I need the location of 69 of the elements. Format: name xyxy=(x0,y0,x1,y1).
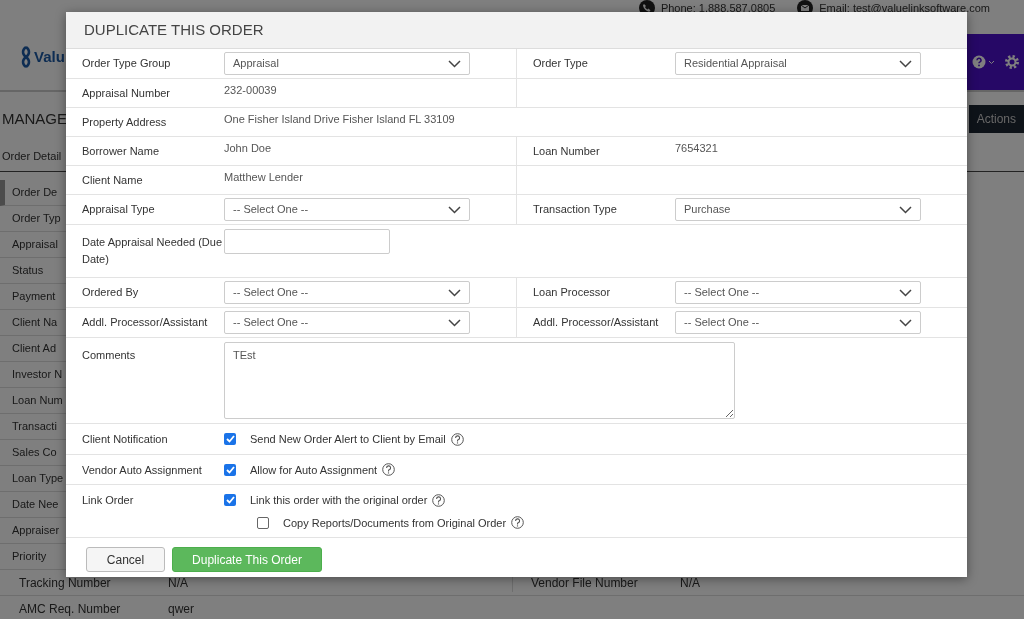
order-detail-tab[interactable]: Order Detail xyxy=(0,148,62,165)
select-field[interactable]: Residential Appraisal xyxy=(675,52,921,75)
field-label: Appraisal Number xyxy=(81,85,172,101)
field-label: Addl. Processor/Assistant xyxy=(81,315,209,331)
help-icon[interactable] xyxy=(511,516,525,530)
cancel-button[interactable]: Cancel xyxy=(86,547,165,572)
field-label: Tracking Number xyxy=(19,574,112,592)
actions-button[interactable]: Actions xyxy=(968,105,1024,133)
select-field[interactable]: -- Select One -- xyxy=(675,311,921,334)
chevron-down-icon xyxy=(448,205,461,214)
checkbox-label: Send New Order Alert to Client by Email xyxy=(250,432,446,447)
select-field[interactable]: -- Select One -- xyxy=(224,311,470,334)
checkbox[interactable] xyxy=(224,494,236,507)
chevron-down-icon xyxy=(899,205,912,214)
chevron-down-icon xyxy=(899,318,912,327)
checkbox-label: Link this order with the original order xyxy=(250,493,428,508)
field-value: 7654321 xyxy=(675,140,718,156)
field-value: Matthew Lender xyxy=(224,169,303,185)
dialog-title: DUPLICATE THIS ORDER xyxy=(66,12,967,49)
comments-field[interactable]: TEst xyxy=(224,342,735,419)
logo-icon xyxy=(20,46,32,68)
field-label: Loan Number xyxy=(532,143,601,159)
chevron-down-icon xyxy=(448,288,461,297)
help-icon[interactable] xyxy=(432,493,446,507)
field-label: Vendor Auto Assignment xyxy=(81,462,203,478)
select-field[interactable]: -- Select One -- xyxy=(224,198,470,221)
chevron-down-icon xyxy=(448,59,461,68)
select-field[interactable]: Purchase xyxy=(675,198,921,221)
field-value: qwer xyxy=(168,600,194,618)
field-value: N/A xyxy=(680,574,700,592)
field-label: Order Type xyxy=(532,56,589,72)
checkbox[interactable] xyxy=(224,463,236,476)
field-label: Date Appraisal Needed (Due Date) xyxy=(81,235,224,267)
settings-icon[interactable] xyxy=(1004,54,1020,70)
checkbox[interactable] xyxy=(224,433,236,446)
logo-text: Valu xyxy=(34,46,65,67)
field-label: Loan Processor xyxy=(532,285,612,301)
field-value: 232-00039 xyxy=(224,82,277,98)
checkbox-label: Copy Reports/Documents from Original Order xyxy=(283,515,507,531)
field-label: Order Type Group xyxy=(81,56,172,72)
checkbox-label: Allow for Auto Assignment xyxy=(250,462,378,478)
field-label: AMC Req. Number xyxy=(19,600,122,618)
field-label: Vendor File Number xyxy=(531,574,639,592)
field-label: Transaction Type xyxy=(532,202,618,218)
field-value: John Doe xyxy=(224,140,272,156)
duplicate-button[interactable]: Duplicate This Order xyxy=(172,547,322,572)
field-label: Appraisal Type xyxy=(81,202,156,218)
help-icon[interactable] xyxy=(972,55,996,69)
field-label: Client Name xyxy=(81,172,144,188)
field-label: Comments xyxy=(81,348,137,363)
checkbox[interactable] xyxy=(257,516,269,529)
help-icon[interactable] xyxy=(382,463,396,477)
help-icon[interactable] xyxy=(450,432,464,446)
field-label: Property Address xyxy=(81,114,168,130)
field-value: N/A xyxy=(168,574,188,592)
field-label: Client Notification xyxy=(81,432,169,447)
field-value: One Fisher Island Drive Fisher Island FL 33109 xyxy=(224,111,455,127)
field-label: Ordered By xyxy=(81,285,140,301)
field-label: Addl. Processor/Assistant xyxy=(532,315,660,331)
chevron-down-icon xyxy=(899,59,912,68)
select-field[interactable]: Appraisal xyxy=(224,52,470,75)
field-label: Borrower Name xyxy=(81,143,161,159)
chevron-down-icon xyxy=(448,318,461,327)
date-input-field[interactable] xyxy=(224,229,390,254)
select-field[interactable]: -- Select One -- xyxy=(224,281,470,304)
chevron-down-icon xyxy=(899,288,912,297)
page-title: MANAGE xyxy=(1,108,67,129)
field-label: Link Order xyxy=(81,493,135,508)
select-field[interactable]: -- Select One -- xyxy=(675,281,921,304)
